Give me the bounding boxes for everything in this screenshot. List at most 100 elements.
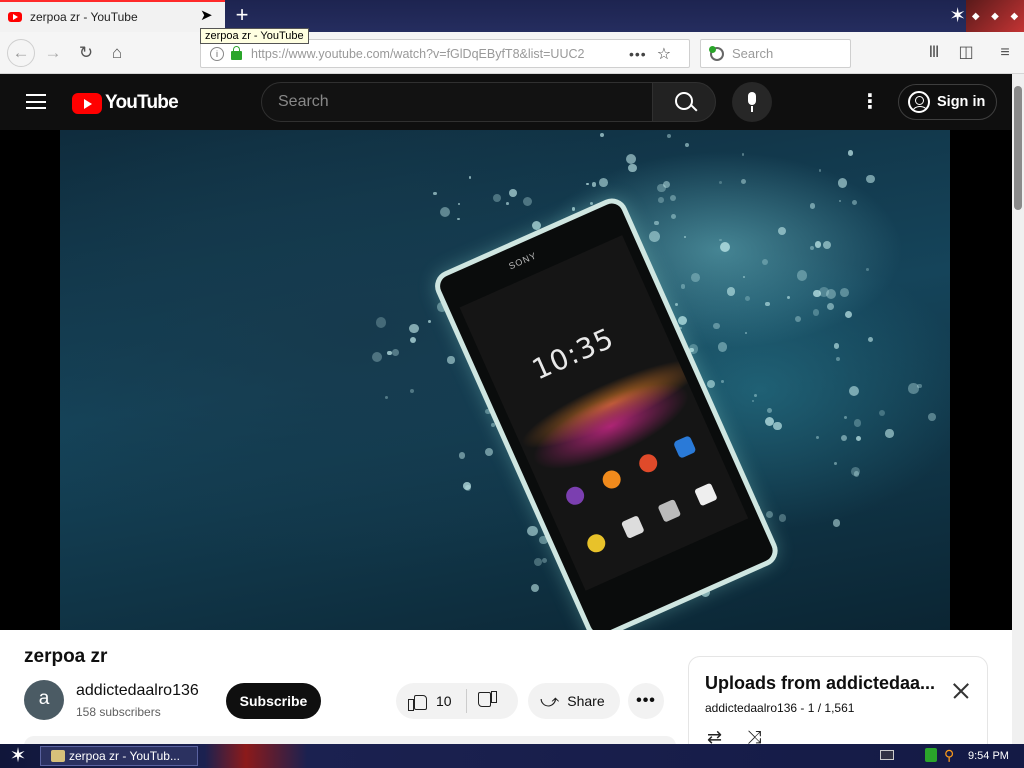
bubble [777, 226, 787, 235]
close-window-icon[interactable]: ◆ [1010, 11, 1018, 22]
bubble [838, 178, 848, 188]
bubble [866, 268, 869, 271]
home-button[interactable]: ⌂ [104, 40, 130, 66]
video-title: zerpoa zr [24, 646, 108, 667]
phone-clock: 10:35 [527, 321, 619, 387]
bubble [813, 289, 821, 298]
close-icon[interactable] [949, 679, 973, 703]
like-count[interactable]: 10 [436, 693, 452, 709]
bubble [833, 343, 840, 349]
playlist-panel: Uploads from addictedaa... addictedaalro… [688, 656, 988, 756]
bubble [741, 153, 745, 156]
bubble [409, 337, 416, 344]
playlist-title[interactable]: Uploads from addictedaa... [705, 673, 935, 694]
share-button[interactable]: ⤻ Share [528, 683, 620, 719]
bubble [796, 270, 808, 282]
bubble [409, 323, 419, 333]
bubble [527, 526, 538, 537]
bubble [827, 302, 835, 310]
menu-icon[interactable]: ≡ [993, 41, 1017, 65]
bubble [818, 168, 822, 172]
bubble [848, 385, 859, 396]
bubble [372, 351, 383, 363]
search-icon[interactable] [652, 82, 716, 122]
bubble [772, 421, 782, 431]
maximize-icon[interactable]: ◆ [991, 11, 999, 22]
youtube-logo[interactable]: YouTube [72, 92, 179, 114]
bookmark-star-icon[interactable]: ☆ [657, 44, 671, 64]
forward-button[interactable]: → [40, 40, 66, 66]
minimize-icon[interactable]: ◆ [972, 11, 980, 22]
playlist-meta: addictedaalro136 - 1 / 1,561 [705, 701, 855, 715]
taskbar-window-label: zerpoa zr - YouTub... [69, 749, 180, 763]
network-icon[interactable] [925, 748, 937, 762]
divider [465, 689, 467, 713]
start-icon[interactable]: ✶ [6, 744, 30, 768]
video-player[interactable]: SONY 10:35 [0, 130, 1012, 630]
bubble [375, 317, 387, 328]
bubble [670, 214, 676, 220]
page-actions-button[interactable]: ••• [629, 46, 647, 62]
new-tab-button[interactable]: + [232, 4, 252, 28]
youtube-favicon-icon [8, 12, 22, 22]
keyboard-icon[interactable] [880, 750, 894, 760]
bubble [458, 452, 466, 459]
dislike-icon[interactable] [479, 693, 497, 709]
video-frame[interactable]: SONY 10:35 [60, 130, 950, 630]
tab-active[interactable]: zerpoa zr - YouTube [0, 0, 225, 32]
bubble [684, 143, 689, 148]
bubble [855, 436, 861, 442]
channel-name[interactable]: addictedaalro136 [76, 682, 199, 700]
bubble [840, 287, 849, 297]
youtube-logo-text: YouTube [105, 92, 179, 113]
bubble [667, 133, 672, 139]
smartphone-image: SONY 10:35 [430, 193, 783, 630]
chrome-icon [584, 531, 609, 556]
library-icon[interactable]: Ⅲ [922, 41, 946, 65]
bubble [851, 466, 861, 476]
bubble [720, 379, 724, 383]
bubble [691, 273, 701, 282]
forward-icon: → [44, 43, 62, 62]
bubble [795, 315, 802, 322]
info-icon[interactable]: i [210, 46, 224, 61]
bubble [786, 295, 791, 300]
bubble [457, 217, 461, 221]
taskbar-clock: 9:54 PM [968, 750, 1009, 762]
taskbar-window-item[interactable]: zerpoa zr - YouTub... [40, 746, 198, 766]
bubble [384, 395, 389, 400]
scrollbar-thumb[interactable] [1014, 86, 1022, 210]
channel-avatar[interactable]: a [24, 680, 64, 720]
hamburger-icon[interactable] [26, 94, 46, 109]
bubble [627, 163, 637, 173]
bubble [541, 557, 548, 564]
bubble [928, 413, 936, 421]
youtube-search-input[interactable]: Search [261, 82, 653, 122]
url-text[interactable]: https://www.youtube.com/watch?v=fGlDqEBy… [251, 47, 621, 61]
page-scrollbar[interactable] [1012, 74, 1024, 744]
bubble [508, 189, 517, 198]
bubble [432, 191, 437, 196]
tab-strip: zerpoa zr - YouTube ➤ + ✶ ◆ ◆ ◆ [0, 0, 1024, 32]
more-options-button[interactable]: ⋮ [860, 90, 880, 114]
tab-title: zerpoa zr - YouTube [30, 10, 138, 24]
like-icon[interactable] [408, 693, 427, 711]
browser-app-icon [51, 750, 65, 762]
sidebar-icon[interactable]: ◫ [954, 41, 978, 65]
bubble [766, 408, 772, 413]
bubble [591, 182, 597, 187]
bubble [648, 231, 660, 242]
bubble [720, 242, 731, 253]
back-button[interactable]: ← [7, 39, 35, 67]
mic-icon[interactable] [732, 82, 772, 122]
reload-button[interactable]: ↻ [73, 40, 99, 66]
sign-in-button[interactable]: Sign in [898, 84, 997, 120]
bubble [506, 202, 509, 206]
search-tray-icon[interactable]: ⚲ [944, 747, 954, 764]
subscribe-button[interactable]: Subscribe [226, 683, 321, 719]
lock-icon [231, 46, 242, 60]
cursor-icon: ➤ [200, 7, 213, 24]
more-actions-button[interactable]: ••• [628, 683, 664, 719]
browser-search-field[interactable]: Search [700, 39, 851, 68]
bubble [809, 245, 814, 250]
